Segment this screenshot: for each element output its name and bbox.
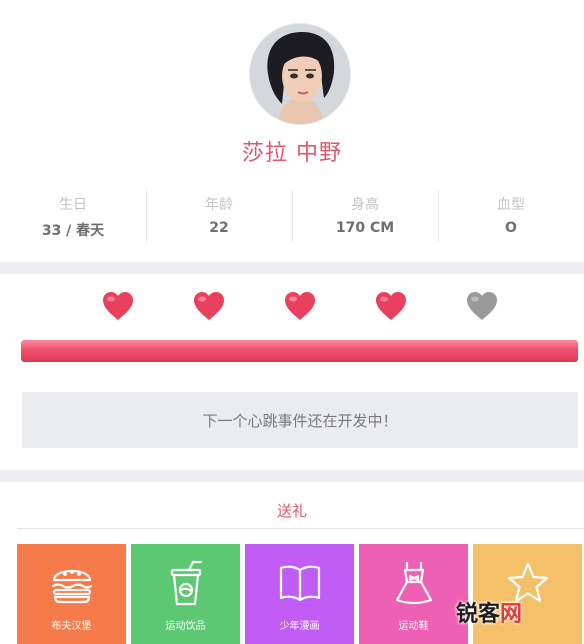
section-divider [0, 262, 584, 274]
gift-title: 送礼 [276, 502, 307, 520]
heart-filled-icon [374, 290, 408, 322]
character-name: 莎拉 中野 [242, 141, 342, 166]
stat-value: O [505, 220, 517, 236]
heart-filled-icon [192, 290, 226, 322]
stats-row: 生日 33 / 春天 年龄 22 身高 170 CM 血型 O [0, 188, 584, 244]
heart-filled-icon [283, 290, 317, 322]
stat-value: 22 [209, 220, 229, 236]
gift-burger-button[interactable]: 布夫汉堡 [17, 544, 126, 644]
next-event-notice: 下一个心跳事件还在开发中！ [22, 392, 578, 448]
gift-label: 少年漫画 [279, 621, 320, 632]
divider [17, 528, 584, 529]
avatar [249, 23, 351, 125]
gift-drink-button[interactable]: 运动饮品 [131, 544, 240, 644]
affection-panel: 下一个心跳事件还在开发中！ [0, 274, 584, 470]
stat-label: 身高 [351, 197, 379, 213]
gift-label: 运动饮品 [165, 621, 206, 632]
hearts-row [0, 290, 584, 326]
affection-progress-bar [21, 340, 578, 362]
gift-label: 布夫汉堡 [51, 621, 92, 632]
heart-empty-icon [465, 290, 499, 322]
watermark-text: 锐客 [456, 601, 501, 627]
stat-label: 年龄 [205, 197, 233, 213]
burger-icon [51, 569, 93, 604]
stat-age: 年龄 22 [146, 188, 292, 244]
stat-value: 170 CM [335, 220, 395, 236]
book-icon [279, 565, 321, 602]
stat-label: 生日 [59, 197, 87, 213]
watermark-text: 网 [500, 601, 523, 627]
profile-header: 莎拉 中野 生日 33 / 春天 年龄 22 身高 170 CM 血型 O [0, 0, 584, 262]
stat-height: 身高 170 CM [292, 188, 438, 244]
gift-manga-button[interactable]: 少年漫画 [245, 544, 354, 644]
gift-shoes-button[interactable]: 运动鞋 [359, 544, 468, 644]
dress-icon [395, 562, 433, 605]
affection-progress-fill [21, 340, 578, 362]
section-divider [0, 470, 584, 482]
stat-label: 血型 [497, 197, 525, 213]
stat-blood-type: 血型 O [438, 188, 584, 244]
heart-filled-icon [101, 290, 135, 322]
drink-cup-icon [170, 560, 203, 606]
stat-value: 33 / 春天 [41, 223, 105, 239]
gift-label: 运动鞋 [398, 621, 429, 632]
site-watermark: 锐客网 [456, 596, 552, 630]
stat-birthday: 生日 33 / 春天 [0, 188, 146, 244]
